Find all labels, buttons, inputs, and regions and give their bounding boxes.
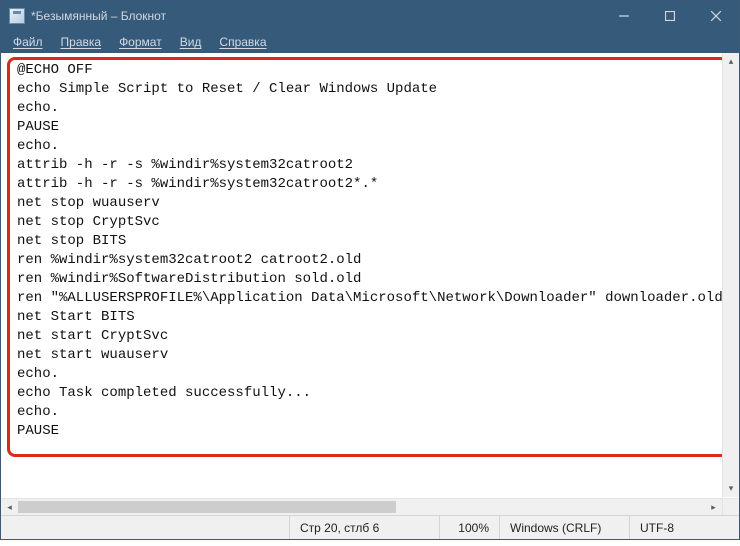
hscroll-thumb[interactable] <box>18 501 396 513</box>
scroll-up-icon[interactable]: ▴ <box>723 53 739 70</box>
status-position: Стр 20, стлб 6 <box>289 516 439 539</box>
menu-help[interactable]: Справка <box>211 33 274 51</box>
menu-edit[interactable]: Правка <box>53 33 110 51</box>
status-encoding: UTF-8 <box>629 516 739 539</box>
scroll-right-icon[interactable]: ▸ <box>705 499 722 515</box>
menu-file[interactable]: Файл <box>5 33 51 51</box>
horizontal-scrollbar[interactable]: ◂ ▸ <box>1 498 722 515</box>
status-spacer <box>1 516 289 539</box>
maximize-button[interactable] <box>647 1 693 31</box>
minimize-button[interactable] <box>601 1 647 31</box>
scroll-down-icon[interactable]: ▾ <box>723 480 739 497</box>
window-title: *Безымянный – Блокнот <box>31 9 166 23</box>
vertical-scrollbar[interactable]: ▴ ▾ <box>722 53 739 497</box>
menu-view[interactable]: Вид <box>172 33 210 51</box>
text-editor[interactable]: @ECHO OFF echo Simple Script to Reset / … <box>1 53 739 497</box>
menubar: Файл Правка Формат Вид Справка <box>1 31 739 53</box>
notepad-icon <box>9 8 25 24</box>
close-button[interactable] <box>693 1 739 31</box>
editor-area: @ECHO OFF echo Simple Script to Reset / … <box>1 53 739 515</box>
status-eol: Windows (CRLF) <box>499 516 629 539</box>
statusbar: Стр 20, стлб 6 100% Windows (CRLF) UTF-8 <box>1 515 739 539</box>
menu-format[interactable]: Формат <box>111 33 170 51</box>
status-zoom: 100% <box>439 516 499 539</box>
notepad-window: *Безымянный – Блокнот Файл Правка Формат… <box>0 0 740 540</box>
scroll-corner <box>722 498 739 515</box>
titlebar: *Безымянный – Блокнот <box>1 1 739 31</box>
scroll-left-icon[interactable]: ◂ <box>1 499 18 515</box>
hscroll-track[interactable] <box>18 499 705 515</box>
